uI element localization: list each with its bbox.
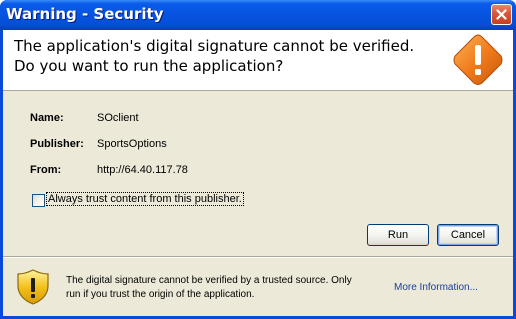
name-value: SOclient xyxy=(97,112,139,124)
publisher-value: SportsOptions xyxy=(97,138,167,150)
window-title: Warning - Security xyxy=(6,5,164,23)
from-value: http://64.40.117.78 xyxy=(97,164,188,176)
title-bar[interactable]: Warning - Security xyxy=(0,0,516,30)
publisher-label: Publisher: xyxy=(30,138,84,150)
security-warning-dialog: Warning - Security The application's dig… xyxy=(0,0,516,319)
header-message: The application's digital signature cann… xyxy=(14,37,415,55)
dialog-body: The application's digital signature cann… xyxy=(3,30,513,316)
from-label: From: xyxy=(30,164,62,176)
name-label: Name: xyxy=(30,112,64,124)
always-trust-checkbox[interactable] xyxy=(32,194,45,207)
close-icon xyxy=(496,9,507,20)
footer-divider xyxy=(3,256,513,258)
header-question: Do you want to run the application? xyxy=(14,57,284,75)
warning-diamond-icon xyxy=(453,34,503,85)
more-information-link[interactable]: More Information... xyxy=(394,282,478,293)
close-button[interactable] xyxy=(491,4,512,25)
footer-warning-line1: The digital signature cannot be verified… xyxy=(66,275,352,286)
run-button[interactable]: Run xyxy=(367,224,429,246)
warning-shield-icon xyxy=(17,269,49,305)
footer-warning-line2: run if you trust the origin of the appli… xyxy=(66,289,255,300)
cancel-button[interactable]: Cancel xyxy=(437,224,499,246)
header-panel: The application's digital signature cann… xyxy=(3,30,513,91)
always-trust-label[interactable]: Always trust content from this publisher… xyxy=(46,192,244,206)
